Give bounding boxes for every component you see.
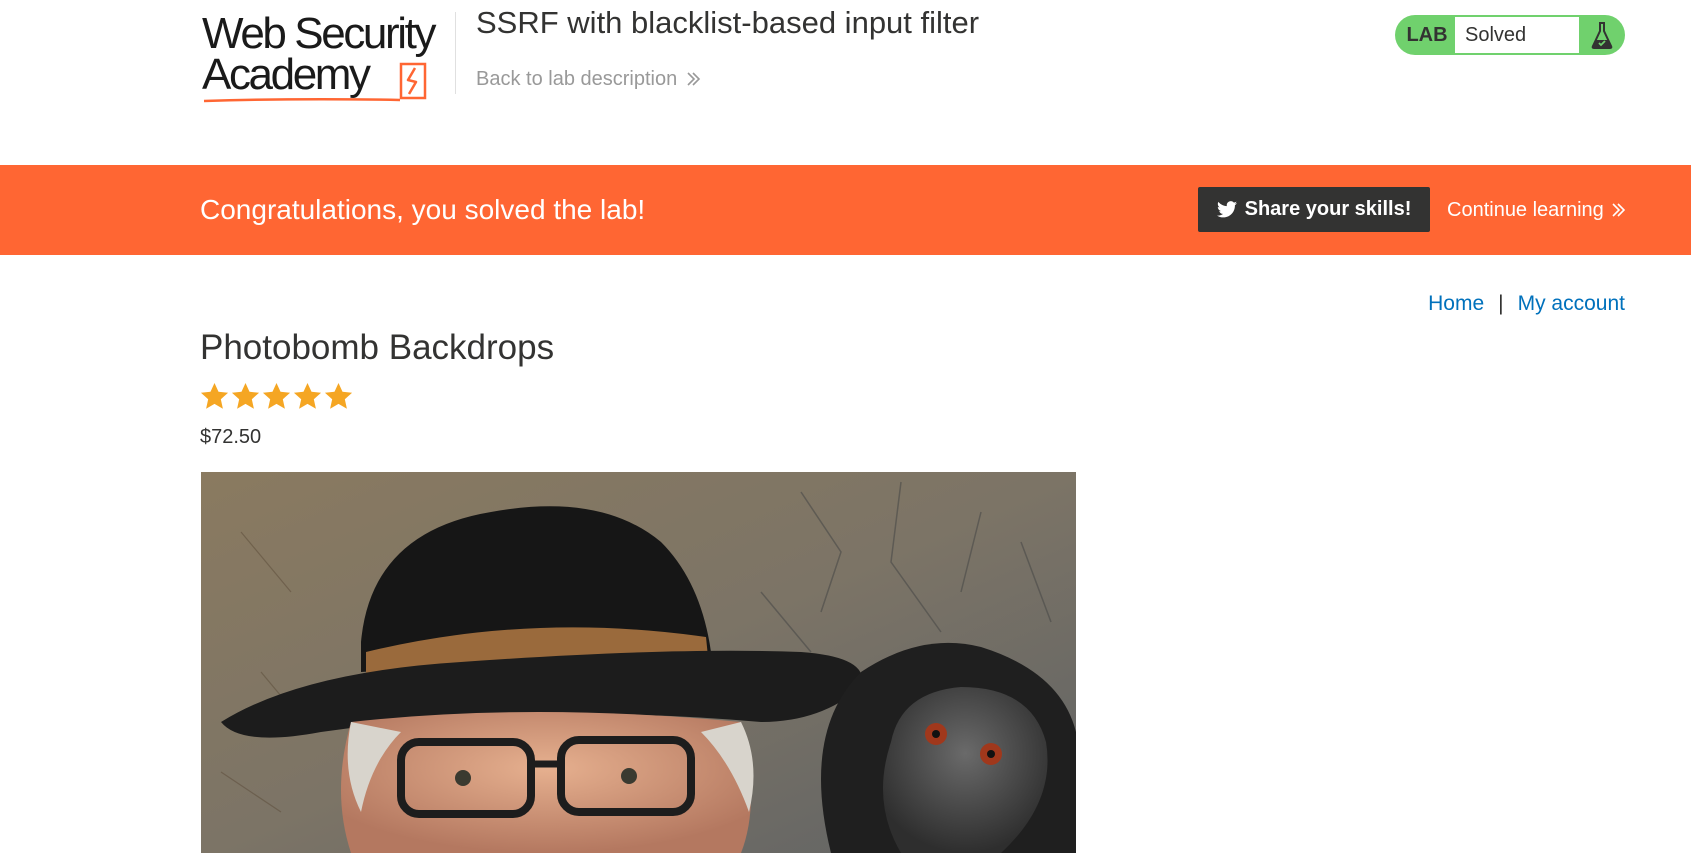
- twitter-icon: [1216, 201, 1237, 218]
- chevron-double-right-icon: [1612, 203, 1625, 217]
- congratulations-message: Congratulations, you solved the lab!: [200, 194, 646, 225]
- lab-status-text: Solved: [1455, 17, 1579, 53]
- product-image: [201, 472, 1076, 853]
- page-header: Web Security Academy SSRF with blacklist…: [0, 0, 1691, 165]
- continue-learning-label: Continue learning: [1447, 199, 1604, 221]
- back-link-label: Back to lab description: [476, 68, 678, 90]
- star-icon: [324, 382, 353, 409]
- logo-underline: [203, 97, 401, 103]
- lab-label: LAB: [1406, 23, 1448, 46]
- lab-status-badge: LAB Solved: [1395, 15, 1625, 55]
- web-security-academy-logo[interactable]: Web Security Academy: [202, 12, 452, 104]
- product-price: $72.50: [200, 426, 262, 448]
- product-rating: [199, 381, 354, 412]
- top-nav: Home | My account: [1428, 291, 1625, 317]
- flask-icon: [1579, 21, 1625, 49]
- star-icon: [231, 382, 260, 409]
- nav-separator: |: [1498, 292, 1504, 315]
- solved-banner: Congratulations, you solved the lab! Sha…: [0, 165, 1691, 255]
- my-account-link[interactable]: My account: [1518, 291, 1625, 317]
- star-icon: [262, 382, 291, 409]
- product-title: Photobomb Backdrops: [200, 328, 555, 367]
- home-link[interactable]: Home: [1428, 291, 1484, 317]
- star-icon: [200, 382, 229, 409]
- lab-title: SSRF with blacklist-based input filter: [476, 5, 980, 40]
- share-button-label: Share your skills!: [1244, 198, 1412, 220]
- chevron-double-right-icon: [687, 72, 701, 86]
- back-to-lab-description-link[interactable]: Back to lab description: [476, 67, 701, 91]
- share-your-skills-button[interactable]: Share your skills!: [1198, 187, 1430, 232]
- lightning-logo-icon: [399, 62, 427, 100]
- star-icon: [293, 382, 322, 409]
- continue-learning-link[interactable]: Continue learning: [1447, 198, 1626, 222]
- title-divider: [455, 12, 456, 94]
